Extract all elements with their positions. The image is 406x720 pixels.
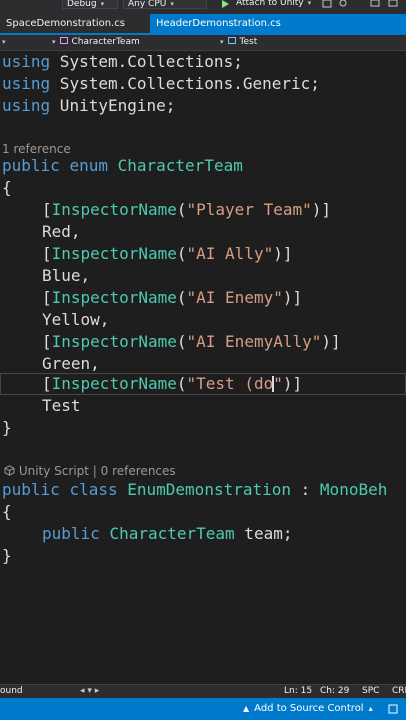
notifications-icon[interactable] [388,704,398,714]
toolbar: Debug ▾ Any CPU ▾ Attach to Unity ▾ [0,0,406,14]
platform-dropdown[interactable]: Any CPU ▾ [123,0,207,9]
chevron-down-icon: ▾ [220,38,224,46]
chevron-down-icon: ▾ [170,0,174,8]
unity-icon [4,465,15,476]
tab-label: SpaceDemonstration.cs [6,18,125,29]
chevron-down-icon: ▾ [307,0,312,7]
chevron-up-icon: ▴ [368,704,373,713]
unity-codelens[interactable]: Unity Script | 0 references [4,463,176,479]
code-line-using: using System.Collections; [2,52,243,71]
code-line-attribute: [InspectorName("Player Team")] [42,200,332,219]
arrow-up-icon: ▲ [243,704,250,713]
class-icon [59,37,68,44]
tab-space-demonstration[interactable]: SpaceDemonstration.cs [0,14,148,33]
configuration-value: Debug [67,0,97,9]
code-line-field: public CharacterTeam team; [42,524,293,543]
code-line-brace: } [2,418,12,437]
code-line-brace: { [2,178,12,197]
line-number[interactable]: Ln: 15 [284,685,312,698]
type-value: CharacterTeam [71,37,140,47]
refresh-icon[interactable] [338,0,348,10]
references-label: 0 references [100,464,176,478]
code-line-using: using System.Collections.Generic; [2,74,320,93]
status-bar: ▲ Add to Source Control ▴ [0,698,406,720]
settings-icon[interactable] [322,0,332,10]
code-line-brace: } [2,546,12,565]
code-line-enum-declaration: public enum CharacterTeam [2,156,243,175]
navigate-arrows-icon[interactable]: ◂ ▾ ▸ [80,685,99,698]
code-line-using: using UnityEngine; [2,96,176,115]
attach-label: Attach to Unity [236,0,304,8]
code-line-enum-member: Blue, [42,266,91,285]
code-line-class-declaration: public class EnumDemonstration : MonoBeh [2,480,388,499]
document-tabs: SpaceDemonstration.cs HeaderDemonstratio… [0,14,406,35]
code-line-attribute: [InspectorName("AI Enemy")] [42,288,303,307]
source-control-label: Add to Source Control [254,703,364,714]
attach-to-unity-button[interactable]: Attach to Unity ▾ [232,0,318,9]
code-line-enum-member: Yellow, [42,310,110,329]
code-line-enum-member: Red, [42,222,81,241]
enum-member-icon [227,37,236,44]
chevron-down-icon: ▾ [52,38,56,46]
platform-value: Any CPU [128,0,167,9]
tab-header-demonstration[interactable]: HeaderDemonstration.cs [150,14,406,33]
code-line-attribute: [InspectorName("AI EnemyAlly")] [42,332,341,351]
column-number[interactable]: Ch: 29 [320,685,349,698]
code-line-attribute-editing: [InspectorName("Test (do")] [42,374,303,393]
project-dropdown[interactable]: ▾ [2,35,10,50]
play-icon[interactable] [222,0,229,8]
editor-status-bar: ound ◂ ▾ ▸ Ln: 15 Ch: 29 SPC CRL [0,684,406,698]
code-line-enum-member: Green, [42,354,100,373]
tab-label: HeaderDemonstration.cs [156,18,281,29]
code-editor[interactable]: using System.Collections; using System.C… [0,51,406,684]
member-dropdown[interactable]: ▾ Test [220,35,406,50]
member-value: Test [239,37,258,47]
add-to-source-control-button[interactable]: ▲ Add to Source Control ▴ [243,698,373,720]
indent-mode[interactable]: SPC [362,685,379,698]
chevron-down-icon: ▾ [2,38,6,46]
unity-script-label: Unity Script [18,464,89,478]
code-line-brace: { [2,502,12,521]
chevron-down-icon: ▾ [100,0,105,8]
codelens-separator: | [88,464,101,478]
code-line-attribute: [InspectorName("AI Ally")] [42,244,293,263]
toolbar-icon[interactable] [388,0,398,10]
toolbar-icon[interactable] [370,0,380,10]
code-line-enum-member: Test [42,396,81,415]
navigation-bar: ▾ ▾ CharacterTeam ▾ Test [0,35,406,51]
issues-status[interactable]: ound [0,685,23,698]
configuration-dropdown[interactable]: Debug ▾ [62,0,118,9]
line-ending[interactable]: CRL [392,685,406,698]
type-dropdown[interactable]: ▾ CharacterTeam [52,35,217,50]
